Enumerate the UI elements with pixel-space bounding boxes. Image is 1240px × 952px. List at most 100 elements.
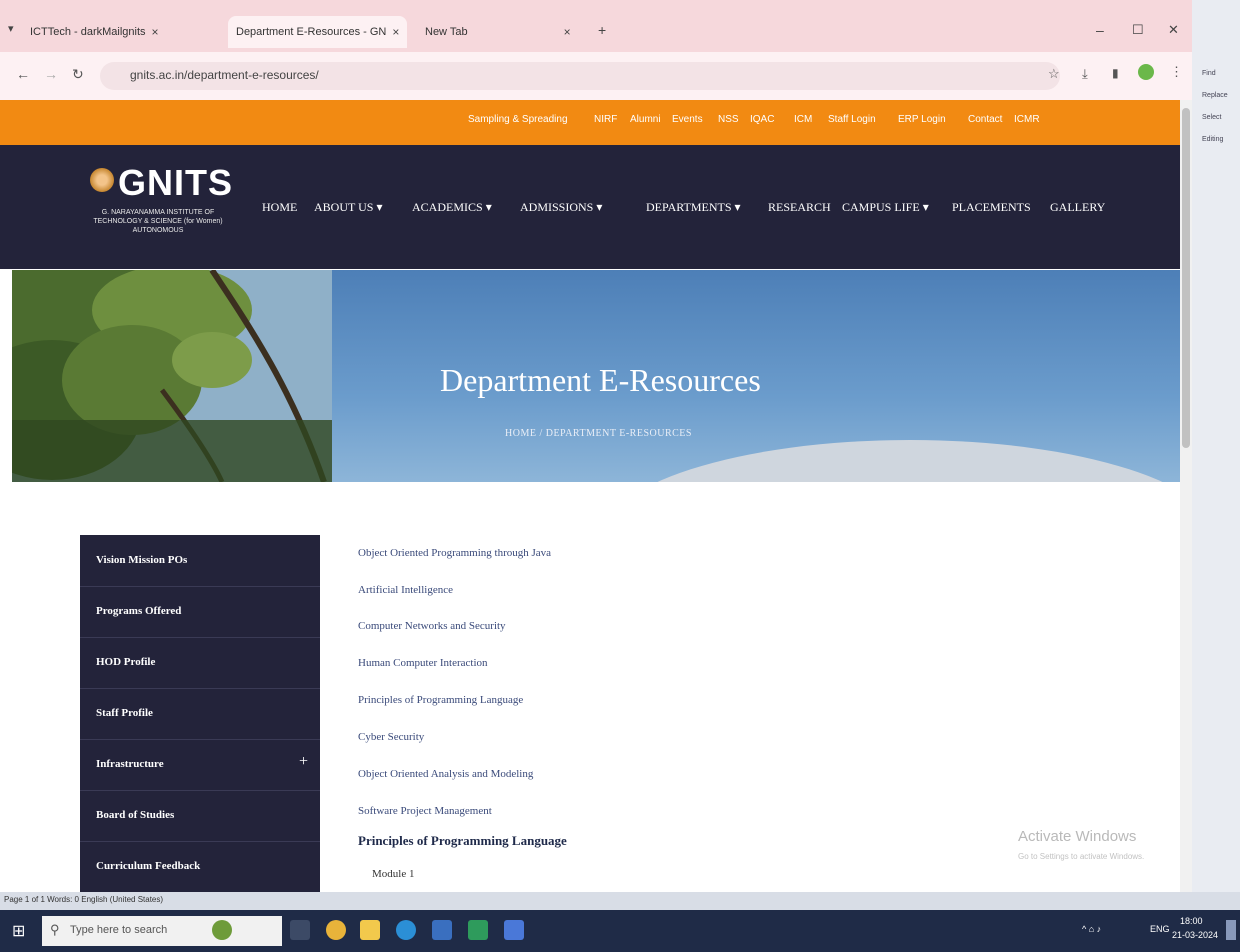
maximize-button[interactable]: ☐: [1132, 22, 1144, 38]
chevron-down-icon: ▾: [734, 200, 741, 214]
expand-plus-icon[interactable]: +: [299, 753, 308, 771]
nav-label: PLACEMENTS: [952, 200, 1031, 214]
resource-link[interactable]: Object Oriented Programming through Java: [358, 547, 551, 559]
tab-list-icon[interactable]: ▾: [8, 22, 14, 35]
top-link[interactable]: Alumni: [630, 114, 661, 125]
notification-icon[interactable]: [1226, 920, 1236, 940]
word-status-text: Page 1 of 1 Words: 0 English (United Sta…: [4, 895, 164, 904]
sidebar-item-hod-profile[interactable]: HOD Profile: [80, 637, 320, 689]
nav-campus-life[interactable]: CAMPUS LIFE ▾: [842, 200, 929, 215]
address-bar[interactable]: gnits.ac.in/department-e-resources/: [100, 62, 1060, 90]
sidebar-item-curriculum-feedback[interactable]: Curriculum Feedback: [80, 841, 320, 892]
word-icon[interactable]: [432, 920, 452, 940]
weather-widget-icon[interactable]: [212, 920, 232, 940]
back-icon[interactable]: ←: [16, 66, 30, 82]
nav-label: HOME: [262, 200, 298, 214]
reload-icon[interactable]: ↻: [72, 66, 84, 83]
module-item[interactable]: Module 1: [372, 868, 414, 880]
sidebar-item-label: Board of Studies: [96, 809, 175, 821]
nav-label: DEPARTMENTS: [646, 200, 732, 214]
breadcrumb[interactable]: HOME / DEPARTMENT E-RESOURCES: [505, 428, 692, 439]
nav-academics[interactable]: ACADEMICS ▾: [412, 200, 492, 215]
search-icon: ⚲: [50, 922, 60, 937]
clock-date[interactable]: 21-03-2024: [1172, 930, 1218, 940]
sidebar-item-board-of-studies[interactable]: Board of Studies: [80, 790, 320, 842]
nav-label: ADMISSIONS: [520, 200, 594, 214]
banner-tree-image: [12, 270, 332, 482]
scrollbar-thumb[interactable]: [1182, 108, 1190, 448]
resource-link[interactable]: Computer Networks and Security: [358, 620, 506, 632]
nav-about-us[interactable]: ABOUT US ▾: [314, 200, 383, 215]
nav-home[interactable]: HOME: [262, 200, 297, 215]
sidebar-item-label: Vision Mission POs: [96, 554, 188, 566]
chrome-icon[interactable]: [326, 920, 346, 940]
download-icon[interactable]: ⤓: [1082, 66, 1088, 82]
nav-admissions[interactable]: ADMISSIONS ▾: [520, 200, 602, 215]
chevron-down-icon: ▾: [596, 200, 603, 214]
close-window-button[interactable]: ✕: [1168, 22, 1179, 38]
chevron-down-icon: ▾: [376, 200, 383, 214]
file-explorer-icon[interactable]: [360, 920, 380, 940]
nav-placements[interactable]: PLACEMENTS: [952, 200, 1031, 215]
resource-link[interactable]: Cyber Security: [358, 731, 424, 743]
top-link[interactable]: ERP Login: [898, 114, 946, 125]
resource-link[interactable]: Human Computer Interaction: [358, 657, 488, 669]
windows-start-icon[interactable]: ⊞: [12, 921, 25, 941]
resource-link[interactable]: Software Project Management: [358, 805, 492, 817]
close-icon[interactable]: ×: [152, 25, 159, 39]
edge-icon[interactable]: [396, 920, 416, 940]
word-select[interactable]: Select: [1202, 114, 1221, 121]
new-tab-button[interactable]: +: [598, 22, 606, 38]
tab-new-tab[interactable]: New Tab ×: [425, 20, 571, 44]
top-link[interactable]: NSS: [718, 114, 739, 125]
bookmark-star-icon[interactable]: ☆: [1048, 66, 1060, 82]
taskbar-search[interactable]: ⚲ Type here to search: [42, 916, 282, 946]
close-icon[interactable]: ×: [564, 25, 571, 39]
clock-time[interactable]: 18:00: [1180, 916, 1203, 926]
word-find[interactable]: Find: [1202, 70, 1216, 77]
top-link[interactable]: Staff Login: [828, 114, 876, 125]
tab-email[interactable]: ICTTech - darkMailgnits ×: [30, 20, 159, 44]
sidepanel-icon[interactable]: ▮: [1112, 66, 1119, 81]
top-link[interactable]: Sampling & Spreading: [468, 114, 568, 125]
close-icon[interactable]: ×: [392, 25, 399, 39]
menu-kebab-icon[interactable]: ⋮: [1170, 64, 1183, 80]
top-link[interactable]: ICMR: [1014, 114, 1040, 125]
word-editing-group: Editing: [1202, 136, 1224, 143]
top-link[interactable]: NIRF: [594, 114, 617, 125]
top-link[interactable]: Events: [672, 114, 703, 125]
tray-icons[interactable]: ^ ⌂ ♪: [1082, 924, 1101, 934]
resource-link[interactable]: Artificial Intelligence: [358, 584, 453, 596]
word-status-bar: Page 1 of 1 Words: 0 English (United Sta…: [0, 892, 1240, 910]
sidebar-item-label: Programs Offered: [96, 605, 182, 617]
logo-emblem-icon: [90, 168, 114, 192]
tab-department-e-resources[interactable]: Department E-Resources - GN ×: [228, 16, 408, 48]
nav-departments[interactable]: DEPARTMENTS ▾: [646, 200, 741, 215]
nav-label: RESEARCH: [768, 200, 831, 214]
app-icon[interactable]: [504, 920, 524, 940]
nav-research[interactable]: RESEARCH: [768, 200, 831, 215]
logo-wordmark[interactable]: GNITS: [118, 162, 233, 204]
sidebar-item-staff-profile[interactable]: Staff Profile: [80, 688, 320, 740]
top-links-strip: Sampling & Spreading NIRF Alumni Events …: [0, 100, 1180, 145]
forward-icon[interactable]: →: [44, 66, 58, 82]
top-link[interactable]: ICM: [794, 114, 812, 125]
nav-gallery[interactable]: GALLERY: [1050, 200, 1105, 215]
top-link[interactable]: Contact: [968, 114, 1002, 125]
task-view-icon[interactable]: [290, 920, 310, 940]
profile-avatar[interactable]: [1138, 64, 1154, 80]
logo-subtitle: G. NARAYANAMMA INSTITUTE OF TECHNOLOGY &…: [93, 209, 223, 234]
resource-link[interactable]: Principles of Programming Language: [358, 694, 523, 706]
department-sidebar: Vision Mission POs Programs Offered HOD …: [80, 535, 320, 892]
app-icon[interactable]: [468, 920, 488, 940]
sidebar-item-infrastructure[interactable]: Infrastructure +: [80, 739, 320, 791]
top-link[interactable]: IQAC: [750, 114, 774, 125]
tab-bar: ▾ ICTTech - darkMailgnits × Department E…: [0, 0, 1192, 52]
word-replace[interactable]: Replace: [1202, 92, 1228, 99]
sidebar-item-programs-offered[interactable]: Programs Offered: [80, 586, 320, 638]
minimize-button[interactable]: –: [1096, 22, 1104, 38]
resource-link[interactable]: Object Oriented Analysis and Modeling: [358, 768, 533, 780]
chevron-down-icon: ▾: [485, 200, 492, 214]
language-indicator[interactable]: ENG: [1150, 924, 1170, 934]
sidebar-item-vision-mission[interactable]: Vision Mission POs: [80, 535, 320, 587]
